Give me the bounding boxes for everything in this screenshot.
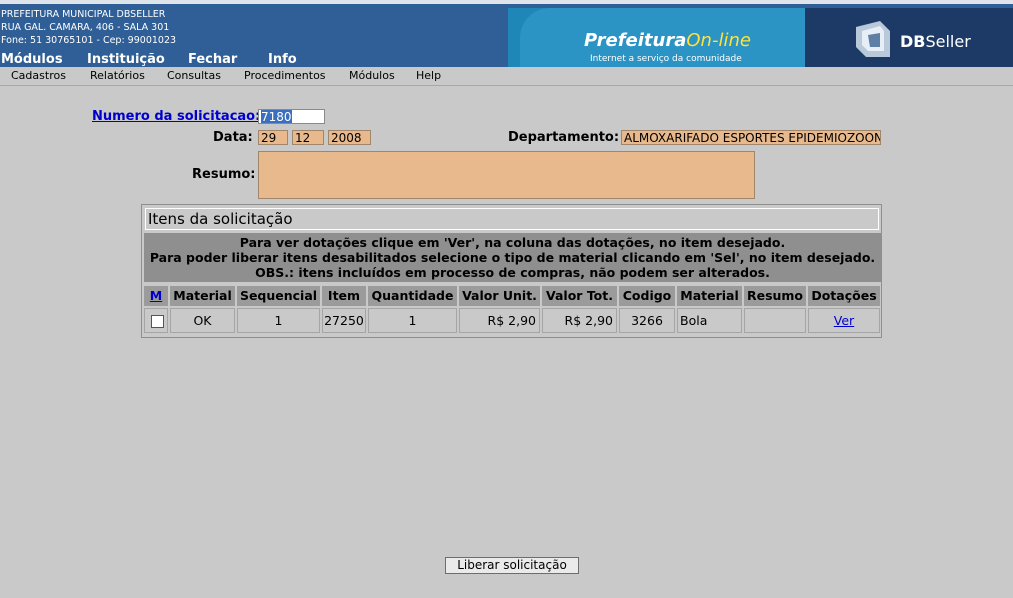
col-header-item: Item bbox=[322, 286, 366, 306]
address-line: Fone: 51 30765101 - Cep: 99001023 bbox=[1, 35, 177, 46]
header-banner: PREFEITURA MUNICIPAL DBSELLER RUA GAL. C… bbox=[0, 0, 1013, 67]
nav-modulos[interactable]: Módulos bbox=[1, 52, 63, 67]
col-header-valor-unit: Valor Unit. bbox=[459, 286, 540, 306]
row-sequencial: 1 bbox=[237, 308, 320, 333]
col-header-m-link[interactable]: M bbox=[150, 288, 162, 303]
resumo-textarea[interactable] bbox=[258, 151, 755, 199]
liberar-solicitacao-button[interactable]: Liberar solicitação bbox=[445, 557, 579, 574]
row-select-cell[interactable] bbox=[144, 308, 168, 333]
row-quantidade: 1 bbox=[368, 308, 457, 333]
departamento-label: Departamento: bbox=[508, 130, 620, 145]
address-line: PREFEITURA MUNICIPAL DBSELLER bbox=[1, 9, 166, 20]
row-valor-tot: R$ 2,90 bbox=[542, 308, 617, 333]
municipality-address: PREFEITURA MUNICIPAL DBSELLER RUA GAL. C… bbox=[1, 8, 176, 47]
menu-bar: Cadastros Relatórios Consultas Procedime… bbox=[0, 67, 1013, 86]
data-day-field: 29 bbox=[258, 130, 288, 145]
nav-fechar[interactable]: Fechar bbox=[188, 52, 237, 67]
vendor-name-bold: DB bbox=[900, 32, 926, 51]
col-header-dotacoes: Dotações bbox=[808, 286, 880, 306]
menu-procedimentos[interactable]: Procedimentos bbox=[244, 69, 326, 82]
brand-accent: On-line bbox=[686, 30, 751, 51]
row-codigo: 3266 bbox=[619, 308, 675, 333]
row-material: OK bbox=[170, 308, 235, 333]
col-header-valor-tot: Valor Tot. bbox=[542, 286, 617, 306]
numero-solicitacao-input[interactable]: 7180 bbox=[258, 109, 325, 124]
menu-help[interactable]: Help bbox=[416, 69, 441, 82]
notice-line: Para ver dotações clique em 'Ver', na co… bbox=[239, 235, 786, 250]
row-valor-unit: R$ 2,90 bbox=[459, 308, 540, 333]
col-header-sequencial: Sequencial bbox=[237, 286, 320, 306]
notice-line: OBS.: itens incluídos em processo de com… bbox=[255, 265, 770, 280]
vendor-name: DBSeller bbox=[900, 32, 971, 51]
brand-main: Prefeitura bbox=[584, 30, 687, 51]
data-label: Data: bbox=[213, 130, 253, 145]
vendor-name-rest: Seller bbox=[925, 32, 971, 51]
row-dotacoes-cell: Ver bbox=[808, 308, 880, 333]
col-header-m[interactable]: M bbox=[144, 286, 168, 306]
col-header-quantidade: Quantidade bbox=[368, 286, 457, 306]
window-top-strip bbox=[0, 0, 1013, 4]
brand-tagline: Internet a serviço da comunidade bbox=[590, 54, 742, 64]
items-panel: Itens da solicitação Para ver dotações c… bbox=[141, 204, 882, 338]
menu-cadastros[interactable]: Cadastros bbox=[11, 69, 66, 82]
menu-modulos[interactable]: Módulos bbox=[349, 69, 395, 82]
ver-dotacoes-link[interactable]: Ver bbox=[834, 313, 854, 328]
menu-relatorios[interactable]: Relatórios bbox=[90, 69, 145, 82]
menu-consultas[interactable]: Consultas bbox=[167, 69, 221, 82]
row-item: 27250 bbox=[322, 308, 366, 333]
row-resumo bbox=[744, 308, 806, 333]
resumo-label: Resumo: bbox=[192, 167, 256, 182]
notice-line: Para poder liberar itens desabilitados s… bbox=[149, 250, 876, 265]
items-title: Itens da solicitação bbox=[145, 208, 879, 230]
row-material-desc: Bola bbox=[677, 308, 742, 333]
col-header-material-desc: Material bbox=[677, 286, 742, 306]
col-header-codigo: Codigo bbox=[619, 286, 675, 306]
data-month-field: 12 bbox=[292, 130, 324, 145]
data-year-field: 2008 bbox=[328, 130, 371, 145]
items-notice: Para ver dotações clique em 'Ver', na co… bbox=[144, 233, 881, 282]
prefeitura-online-logo: PrefeituraOn-line bbox=[584, 30, 751, 51]
address-line: RUA GAL. CAMARA, 406 - SALA 301 bbox=[1, 22, 170, 33]
nav-info[interactable]: Info bbox=[268, 52, 297, 67]
departamento-field: ALMOXARIFADO ESPORTES EPIDEMIOZOON bbox=[621, 130, 881, 145]
numero-solicitacao-value: 7180 bbox=[261, 110, 292, 124]
col-header-material: Material bbox=[170, 286, 235, 306]
dbseller-logo-icon bbox=[856, 21, 890, 57]
col-header-resumo: Resumo bbox=[744, 286, 806, 306]
nav-instituicao[interactable]: Instituição bbox=[87, 52, 165, 67]
numero-solicitacao-link[interactable]: Numero da solicitacao: bbox=[92, 109, 260, 124]
row-select-checkbox[interactable] bbox=[151, 315, 164, 328]
